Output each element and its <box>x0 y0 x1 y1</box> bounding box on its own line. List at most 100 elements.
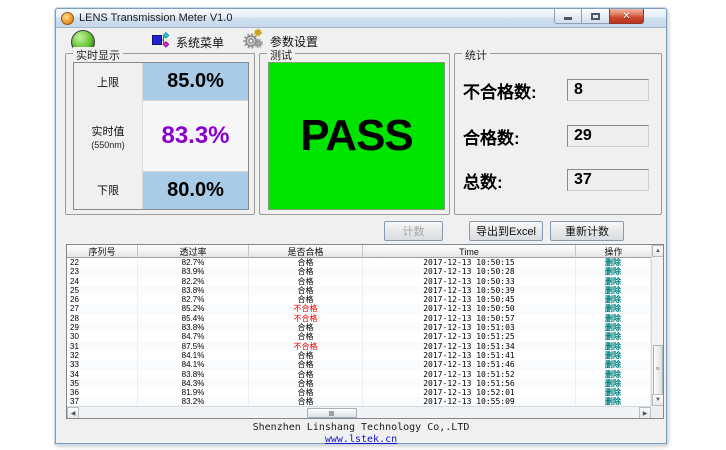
cell-transmittance: 84.1% <box>138 351 249 360</box>
cell-serial: 25 <box>67 286 138 295</box>
website-link[interactable]: www.lstek.cn <box>325 434 397 445</box>
cell-time: 2017-12-13 10:50:57 <box>363 314 576 323</box>
delete-link[interactable]: 删除 <box>605 277 621 286</box>
minimize-icon <box>564 17 572 20</box>
desktop: LENS Transmission Meter V1.0 ✕ 系统菜单 <box>0 0 726 450</box>
cell-operation: 删除 <box>576 314 651 323</box>
delete-link[interactable]: 删除 <box>605 342 621 351</box>
vertical-scrollbar[interactable]: ▲ ▼ <box>651 245 663 406</box>
cell-transmittance: 84.3% <box>138 379 249 388</box>
scrollbar-corner <box>651 406 663 418</box>
cell-operation: 删除 <box>576 267 651 276</box>
table-header: 序列号 透过率 是否合格 Time 操作 <box>67 245 651 258</box>
cell-serial: 35 <box>67 379 138 388</box>
fail-count-label: 不合格数: <box>463 78 567 103</box>
realtime-values-box: 上限 85.0% 实时值 (550nm) 83.3% 下限 80.0% <box>73 62 249 210</box>
table-row: 28 85.4% 不合格 2017-12-13 10:50:57 删除 <box>67 314 651 323</box>
export-excel-button[interactable]: 导出到Excel <box>469 221 543 241</box>
delete-link[interactable]: 删除 <box>605 323 621 332</box>
delete-link[interactable]: 删除 <box>605 304 621 313</box>
cell-time: 2017-12-13 10:50:50 <box>363 304 576 313</box>
cell-pass-status: 合格 <box>249 388 363 397</box>
test-result-box: PASS <box>268 62 445 210</box>
vertical-scroll-thumb[interactable] <box>653 345 663 401</box>
cell-serial: 36 <box>67 388 138 397</box>
horizontal-scroll-thumb[interactable] <box>307 408 357 418</box>
scroll-right-arrow-icon[interactable]: ▶ <box>639 407 651 419</box>
horizontal-scrollbar[interactable]: ◀ ▶ <box>67 406 651 418</box>
lower-limit-value: 80.0% <box>142 172 248 209</box>
table-row: 32 84.1% 合格 2017-12-13 10:51:41 删除 <box>67 351 651 360</box>
titlebar: LENS Transmission Meter V1.0 ✕ <box>56 9 666 28</box>
delete-link[interactable]: 删除 <box>605 314 621 323</box>
cell-serial: 30 <box>67 332 138 341</box>
scroll-up-arrow-icon[interactable]: ▲ <box>652 245 664 257</box>
upper-limit-value: 85.0% <box>142 63 248 100</box>
cell-time: 2017-12-13 10:50:28 <box>363 267 576 276</box>
cell-operation: 删除 <box>576 379 651 388</box>
table-row: 36 81.9% 合格 2017-12-13 10:52:01 删除 <box>67 388 651 397</box>
cell-time: 2017-12-13 10:51:52 <box>363 370 576 379</box>
cell-transmittance: 81.9% <box>138 388 249 397</box>
cell-transmittance: 84.7% <box>138 332 249 341</box>
lower-limit-label: 下限 <box>74 172 142 209</box>
cell-serial: 27 <box>67 304 138 313</box>
total-count-label: 总数: <box>463 168 567 193</box>
delete-link[interactable]: 删除 <box>605 351 621 360</box>
cell-pass-status: 合格 <box>249 332 363 341</box>
cell-operation: 删除 <box>576 277 651 286</box>
results-table: 序列号 透过率 是否合格 Time 操作 22 82.7% 合格 2017-12… <box>66 244 664 419</box>
cell-pass-status: 不合格 <box>249 304 363 313</box>
delete-link[interactable]: 删除 <box>605 267 621 276</box>
cell-operation: 删除 <box>576 388 651 397</box>
test-panel: 测试 PASS <box>259 53 450 215</box>
delete-link[interactable]: 删除 <box>605 286 621 295</box>
header-time[interactable]: Time <box>363 245 576 258</box>
header-serial[interactable]: 序列号 <box>67 245 138 258</box>
header-operation[interactable]: 操作 <box>576 245 651 258</box>
cell-transmittance: 84.1% <box>138 360 249 369</box>
cell-operation: 删除 <box>576 323 651 332</box>
delete-link[interactable]: 删除 <box>605 379 621 388</box>
count-button[interactable]: 计数 <box>384 221 443 241</box>
statistics-panel-title: 统计 <box>462 47 490 63</box>
cell-transmittance: 82.2% <box>138 277 249 286</box>
delete-link[interactable]: 删除 <box>605 295 621 304</box>
cell-operation: 删除 <box>576 342 651 351</box>
table-row: 29 83.8% 合格 2017-12-13 10:51:03 删除 <box>67 323 651 332</box>
cell-time: 2017-12-13 10:50:45 <box>363 295 576 304</box>
maximize-button[interactable] <box>582 9 609 24</box>
pass-count-value: 29 <box>567 125 649 147</box>
minimize-button[interactable] <box>554 9 582 24</box>
recount-button[interactable]: 重新计数 <box>550 221 624 241</box>
cell-serial: 34 <box>67 370 138 379</box>
delete-link[interactable]: 删除 <box>605 332 621 341</box>
test-result-text: PASS <box>300 111 413 161</box>
cell-pass-status: 合格 <box>249 323 363 332</box>
cell-time: 2017-12-13 10:51:41 <box>363 351 576 360</box>
current-label-main: 实时值 <box>92 123 125 139</box>
header-transmittance[interactable]: 透过率 <box>138 245 249 258</box>
delete-link[interactable]: 删除 <box>605 258 621 267</box>
delete-link[interactable]: 删除 <box>605 360 621 369</box>
cell-serial: 31 <box>67 342 138 351</box>
table-row: 23 83.9% 合格 2017-12-13 10:50:28 删除 <box>67 267 651 276</box>
cell-transmittance: 83.8% <box>138 323 249 332</box>
window-controls: ✕ <box>554 9 644 24</box>
scroll-left-arrow-icon[interactable]: ◀ <box>67 407 79 419</box>
delete-link[interactable]: 删除 <box>605 388 621 397</box>
current-value-label: 实时值 (550nm) <box>74 100 142 171</box>
cell-transmittance: 82.7% <box>138 295 249 304</box>
scroll-down-arrow-icon[interactable]: ▼ <box>652 394 664 406</box>
total-count-row: 总数: 37 <box>463 168 655 192</box>
table-row: 30 84.7% 合格 2017-12-13 10:51:25 删除 <box>67 332 651 341</box>
cell-operation: 删除 <box>576 295 651 304</box>
cell-transmittance: 85.2% <box>138 304 249 313</box>
cell-time: 2017-12-13 10:50:33 <box>363 277 576 286</box>
cell-transmittance: 83.8% <box>138 370 249 379</box>
delete-link[interactable]: 删除 <box>605 370 621 379</box>
header-pass-status[interactable]: 是否合格 <box>249 245 363 258</box>
close-button[interactable]: ✕ <box>609 9 644 24</box>
cell-serial: 24 <box>67 277 138 286</box>
system-menu-button[interactable]: 系统菜单 <box>152 31 224 54</box>
